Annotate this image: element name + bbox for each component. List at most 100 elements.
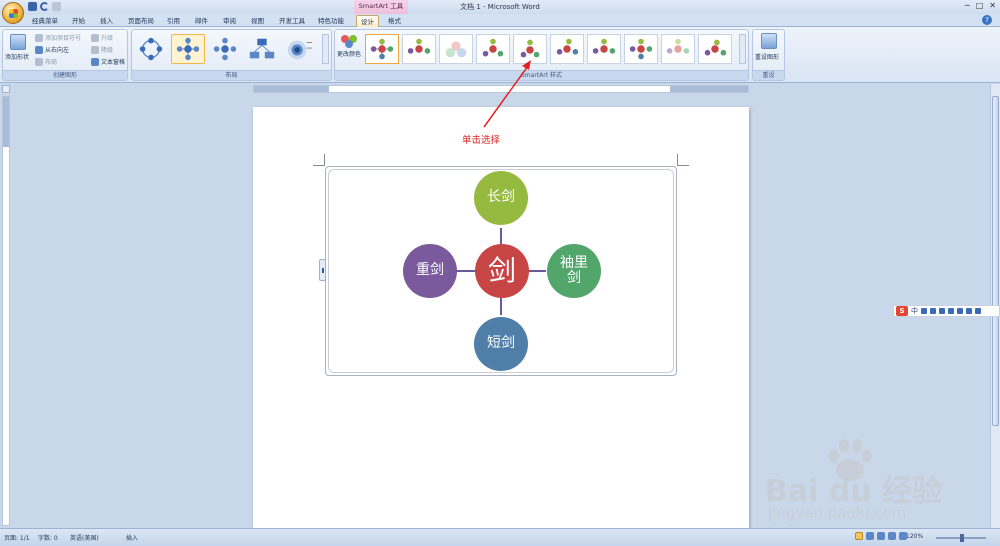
emoji-icon[interactable] xyxy=(930,308,936,314)
style-option-10[interactable] xyxy=(698,34,732,64)
minimize-icon[interactable]: ─ xyxy=(965,1,970,10)
toolbox-icon[interactable] xyxy=(975,308,981,314)
ime-toolbar[interactable]: S 中 xyxy=(893,305,1000,317)
quick-access-toolbar xyxy=(28,2,61,12)
ruler-tab-selector[interactable] xyxy=(2,85,10,93)
style-option-8[interactable] xyxy=(624,34,658,64)
change-colors-button[interactable]: 更改颜色 xyxy=(337,34,361,58)
connector-bottom xyxy=(500,297,502,315)
scrollbar-thumb[interactable] xyxy=(992,96,999,426)
promote-icon xyxy=(91,33,99,42)
maximize-icon[interactable]: □ xyxy=(976,1,984,10)
layout-dropdown-button[interactable]: 布局 xyxy=(35,57,57,66)
layouts-gallery-scroll[interactable] xyxy=(322,34,329,64)
smartart-center-node[interactable]: 剑 xyxy=(475,244,529,298)
ruler-left-margin xyxy=(254,86,329,92)
status-language[interactable]: 英语(美国) xyxy=(70,533,99,542)
styles-gallery-scroll[interactable] xyxy=(739,34,746,64)
connector-left xyxy=(456,270,476,272)
skin-icon[interactable] xyxy=(966,308,972,314)
keyboard-icon[interactable] xyxy=(948,308,954,314)
status-word-count[interactable]: 字数: 0 xyxy=(38,533,58,542)
vertical-ruler[interactable] xyxy=(2,96,10,526)
window-title: 文档 1 - Microsoft Word xyxy=(460,3,540,11)
tab-review[interactable]: 审阅 xyxy=(219,15,240,27)
tab-design[interactable]: 设计 xyxy=(356,15,379,27)
layout-option-circle[interactable] xyxy=(134,34,168,64)
layout-option-blocks[interactable] xyxy=(245,34,279,64)
print-layout-view-icon[interactable] xyxy=(855,532,863,540)
draft-view-icon[interactable] xyxy=(899,532,907,540)
tab-special-features[interactable]: 特色功能 xyxy=(314,15,348,27)
promote-button[interactable]: 升级 xyxy=(91,33,113,42)
add-shape-icon xyxy=(10,34,26,50)
smartart-node-top[interactable]: 长剑 xyxy=(474,171,528,225)
tab-mailings[interactable]: 邮件 xyxy=(191,15,212,27)
ime-mode-label[interactable]: 中 xyxy=(911,306,918,316)
tab-classic-menu[interactable]: 经典菜单 xyxy=(28,15,62,27)
style-option-1[interactable] xyxy=(365,34,399,64)
smartart-node-bottom[interactable]: 短剑 xyxy=(474,317,528,371)
connector-right xyxy=(528,270,546,272)
group-label-create-graphic: 创建图形 xyxy=(3,70,127,80)
close-icon[interactable]: ✕ xyxy=(989,1,996,10)
user-icon[interactable] xyxy=(957,308,963,314)
style-option-4[interactable] xyxy=(476,34,510,64)
smartart-node-left[interactable]: 重剑 xyxy=(403,244,457,298)
outline-view-icon[interactable] xyxy=(888,532,896,540)
reset-graphic-icon xyxy=(761,33,777,49)
tab-developer[interactable]: 开发工具 xyxy=(275,15,309,27)
style-option-9[interactable] xyxy=(661,34,695,64)
tab-references[interactable]: 引用 xyxy=(163,15,184,27)
group-create-graphic: 添加形状 添加项目符号 从右向左 布局 升级 降级 文本窗格 创建图形 xyxy=(2,29,128,81)
layout-option-target[interactable] xyxy=(282,34,316,64)
group-smartart-styles: 更改颜色 SmartArt 样式 xyxy=(334,29,749,81)
text-pane-label: 文本窗格 xyxy=(101,59,126,66)
style-option-6[interactable] xyxy=(550,34,584,64)
web-layout-view-icon[interactable] xyxy=(877,532,885,540)
document-page[interactable]: 剑 长剑 袖里剑 短剑 重剑 xyxy=(253,107,749,532)
horizontal-ruler[interactable] xyxy=(253,85,749,93)
office-button[interactable] xyxy=(2,2,24,24)
tab-view[interactable]: 视图 xyxy=(247,15,268,27)
style-option-2[interactable] xyxy=(402,34,436,64)
zoom-slider-handle[interactable] xyxy=(960,534,964,542)
redo-icon[interactable] xyxy=(52,2,61,11)
status-insert-mode[interactable]: 插入 xyxy=(126,533,138,542)
layout-icon xyxy=(35,57,43,66)
style-option-3[interactable] xyxy=(439,34,473,64)
text-pane-button[interactable]: 文本窗格 xyxy=(91,57,125,66)
view-buttons xyxy=(855,532,907,540)
punctuation-icon[interactable] xyxy=(921,308,927,314)
add-shape-button[interactable]: 添加形状 xyxy=(5,52,29,61)
reset-graphic-button[interactable]: 重设图形 xyxy=(755,52,779,61)
smartart-node-right[interactable]: 袖里剑 xyxy=(547,244,601,298)
demote-icon xyxy=(91,45,99,54)
help-icon[interactable]: ? xyxy=(982,15,992,25)
layout-label: 布局 xyxy=(45,59,58,66)
status-page[interactable]: 页面: 1/1 xyxy=(4,533,30,542)
demote-button[interactable]: 降级 xyxy=(91,45,113,54)
tab-format[interactable]: 格式 xyxy=(384,15,405,27)
sogou-ime-icon[interactable]: S xyxy=(896,306,908,316)
add-bullet-button[interactable]: 添加项目符号 xyxy=(35,33,81,42)
text-pane-toggle[interactable] xyxy=(319,259,326,281)
layout-option-radial[interactable] xyxy=(171,34,205,64)
tab-insert[interactable]: 插入 xyxy=(96,15,117,27)
watermark-url: jingyan.baidu.com xyxy=(768,504,907,522)
style-option-7[interactable] xyxy=(587,34,621,64)
layout-option-radial-2[interactable] xyxy=(208,34,242,64)
status-zoom[interactable]: 120% xyxy=(906,533,923,540)
full-screen-view-icon[interactable] xyxy=(866,532,874,540)
tab-page-layout[interactable]: 页面布局 xyxy=(124,15,158,27)
ruler-right-margin xyxy=(670,86,748,92)
group-layouts: 布局 xyxy=(131,29,332,81)
office-logo-icon xyxy=(9,9,18,18)
save-icon[interactable] xyxy=(28,2,37,11)
tab-home[interactable]: 开始 xyxy=(68,15,89,27)
style-option-5[interactable] xyxy=(513,34,547,64)
microphone-icon[interactable] xyxy=(939,308,945,314)
ruler-top-margin xyxy=(3,97,9,147)
undo-icon[interactable] xyxy=(40,2,49,11)
right-to-left-button[interactable]: 从右向左 xyxy=(35,45,69,54)
